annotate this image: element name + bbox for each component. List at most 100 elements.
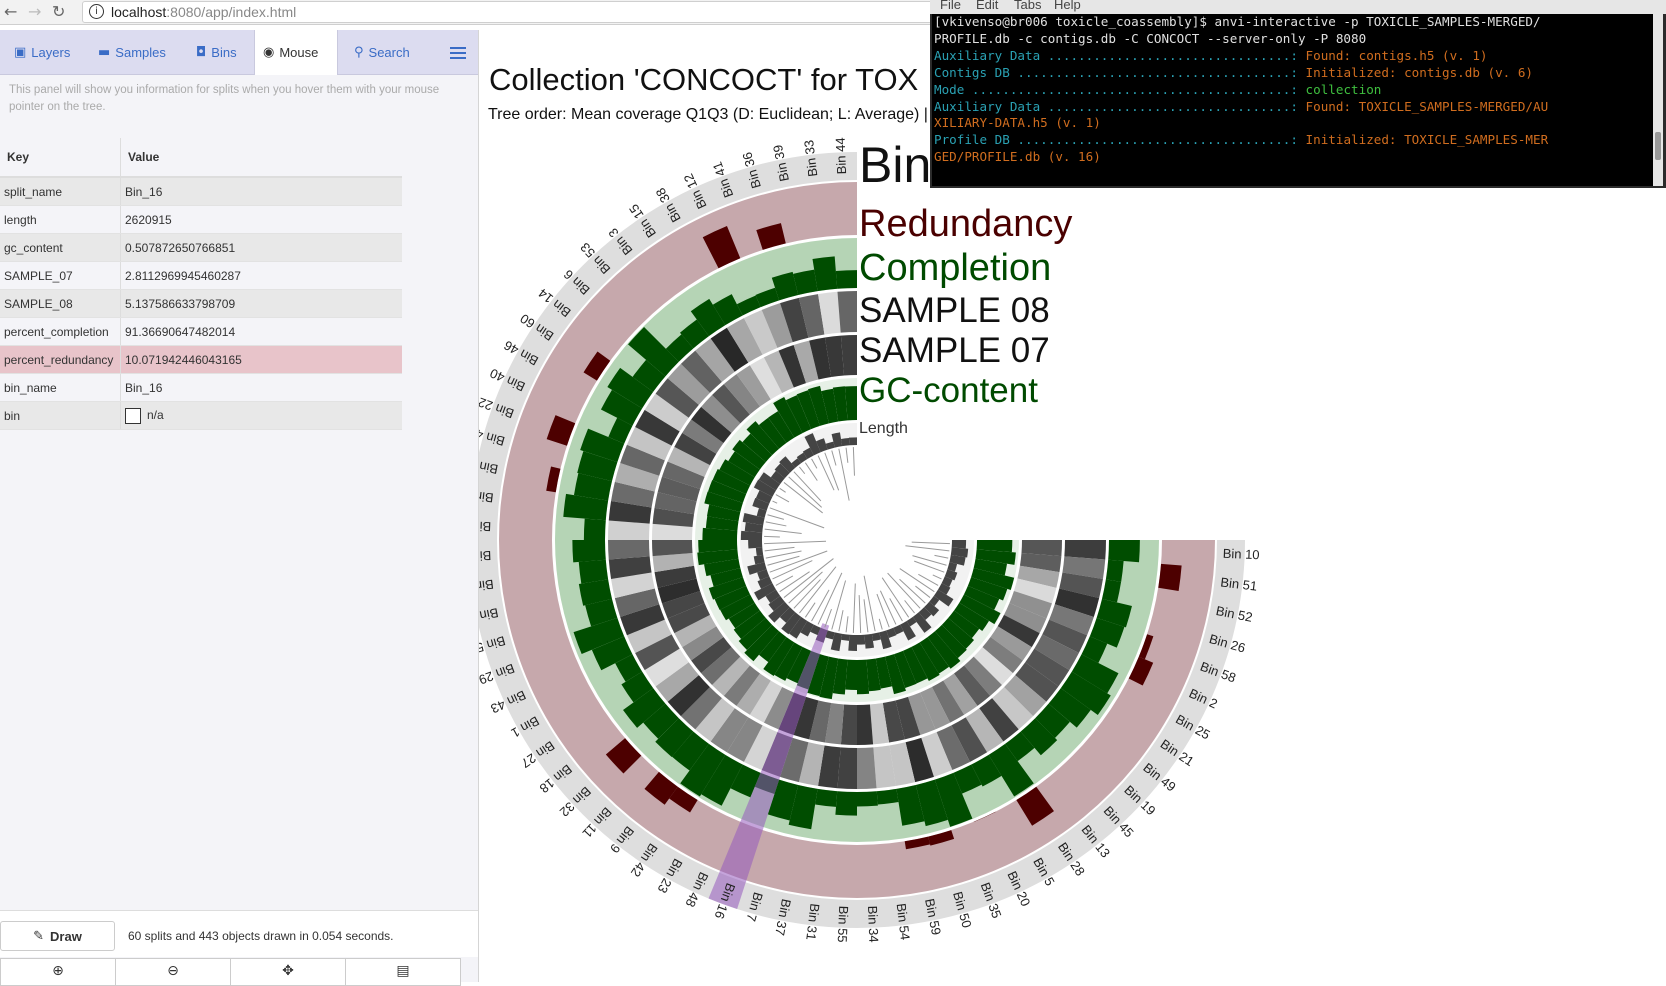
menu-edit[interactable]: Edit <box>976 0 998 12</box>
length-bar <box>848 437 857 446</box>
sample-08-bar <box>857 747 877 789</box>
bin-label[interactable]: Bin 10 <box>1222 546 1259 562</box>
table-row: length 2620915 <box>0 205 402 234</box>
completion-bar <box>583 518 606 540</box>
bin-label[interactable]: Bin 55 <box>835 905 851 942</box>
tree-branch <box>764 540 827 545</box>
redundancy-bar <box>1158 563 1182 591</box>
menu-icon[interactable] <box>450 44 466 62</box>
redundancy-ring <box>499 182 1215 898</box>
reload-icon[interactable]: ↻ <box>52 2 65 21</box>
tab-bar: ▣ Layers ▬ Samples ◘ Bins ◉ Mouse ⚲ Search <box>0 30 478 75</box>
address-bar[interactable]: i localhost:8080/app/index.html <box>82 1 934 23</box>
sample-08-bar <box>1064 540 1106 560</box>
tree-branch <box>831 580 847 630</box>
tree-branch <box>852 583 856 633</box>
length-bar <box>848 634 857 651</box>
length-bar <box>857 634 866 645</box>
tree-branch <box>831 450 837 466</box>
tree-branch <box>764 528 802 534</box>
sample-08-bar <box>608 540 650 560</box>
tree-branch <box>799 566 837 614</box>
tab-layers[interactable]: ▣ Layers <box>6 30 78 74</box>
bin-label[interactable]: Bin 24 <box>479 518 492 534</box>
panel-help-text: This panel will show you information for… <box>9 84 440 113</box>
table-row: percent_redundancy 10.071942446043165 <box>0 345 402 374</box>
key-header: Key <box>0 138 121 178</box>
tree-branch <box>845 447 849 463</box>
completion-bar <box>1108 540 1140 563</box>
bucket-icon: ◘ <box>196 44 207 60</box>
tree-branch <box>788 571 823 604</box>
tree-branch <box>793 471 822 502</box>
draw-bar: ✎ Draw 60 splits and 443 objects drawn in… <box>0 910 478 957</box>
bin-label[interactable]: Bin 54 <box>894 902 913 940</box>
menu-tabs[interactable]: Tabs <box>1014 0 1041 12</box>
tree-branch <box>905 545 950 552</box>
completion-bar <box>835 270 857 289</box>
tree-branch <box>767 555 800 566</box>
bin-label[interactable]: Bin 8 <box>479 548 492 564</box>
tree-branch <box>764 535 780 538</box>
legend-layer-label: Completion <box>859 247 1051 289</box>
tree-branch <box>889 598 903 622</box>
value-header: Value <box>120 138 402 178</box>
menu-file[interactable]: File <box>940 0 961 12</box>
legend-layer-label: Length <box>859 420 908 437</box>
tree-branch <box>817 455 835 491</box>
info-icon[interactable]: i <box>89 4 104 19</box>
tree-branch <box>824 608 832 628</box>
tree-branch <box>932 574 942 580</box>
tree-branch <box>788 476 823 508</box>
length-bar <box>951 540 967 549</box>
terminal-window: File Edit Tabs Help [vkivenso@br006 toxi… <box>930 0 1666 188</box>
tree-branch <box>845 616 849 633</box>
completion-bar <box>578 559 609 584</box>
tree-branch <box>876 593 890 628</box>
tree-branch <box>838 610 844 632</box>
tree-branch <box>783 482 823 514</box>
bin-label[interactable]: Bin 33 <box>801 139 820 177</box>
tree-branch <box>772 500 778 504</box>
draw-button[interactable]: ✎ Draw <box>0 921 115 951</box>
bin-color-swatch[interactable] <box>125 407 141 424</box>
bin-label[interactable]: Bin 34 <box>865 905 881 942</box>
search-icon: ⚲ <box>354 44 364 60</box>
completion-bar <box>876 788 899 805</box>
tab-mouse[interactable]: ◉ Mouse <box>254 30 338 75</box>
menu-help[interactable]: Help <box>1054 0 1081 12</box>
draw-status: 60 splits and 443 objects drawn in 0.054… <box>128 929 394 943</box>
completion-bar <box>835 791 857 816</box>
tree-branch <box>775 494 790 503</box>
terminal-output: [vkivenso@br006 toxicle_coassembly]$ anv… <box>932 14 1654 186</box>
tree-branch <box>779 487 786 493</box>
table-row: bin n/a <box>0 401 402 430</box>
table-row: split_name Bin_16 <box>0 177 402 206</box>
bin-label[interactable]: Bin 44 <box>833 137 849 174</box>
forward-icon[interactable]: → <box>28 2 41 21</box>
back-icon[interactable]: ← <box>4 2 17 21</box>
tree-branch <box>911 541 950 545</box>
completion-bar <box>1105 559 1124 582</box>
tree-branch <box>817 572 843 625</box>
terminal-scrollbar[interactable] <box>1653 14 1663 186</box>
table-row: gc_content 0.507872650766851 <box>0 233 402 262</box>
sample-08-bar <box>837 291 857 333</box>
tree-branch <box>858 595 862 633</box>
tree-branch <box>852 447 855 476</box>
tree-branch <box>799 466 806 475</box>
length-bar <box>755 547 764 556</box>
tree-branch <box>765 521 787 527</box>
tab-bins[interactable]: ◘ Bins <box>188 30 245 74</box>
tab-samples[interactable]: ▬ Samples <box>90 30 174 74</box>
briefcase-icon: ▬ <box>98 44 111 60</box>
tree-branch <box>934 554 949 559</box>
tab-search[interactable]: ⚲ Search <box>346 30 418 74</box>
legend-layer-label: SAMPLE 07 <box>859 331 1050 370</box>
sample-08-bar <box>837 747 857 789</box>
legend-layer-label: GC-content <box>859 371 1038 410</box>
tree-branch <box>863 599 869 633</box>
tree-branch <box>904 600 915 614</box>
length-bar <box>748 540 763 549</box>
completion-bar <box>857 791 878 807</box>
